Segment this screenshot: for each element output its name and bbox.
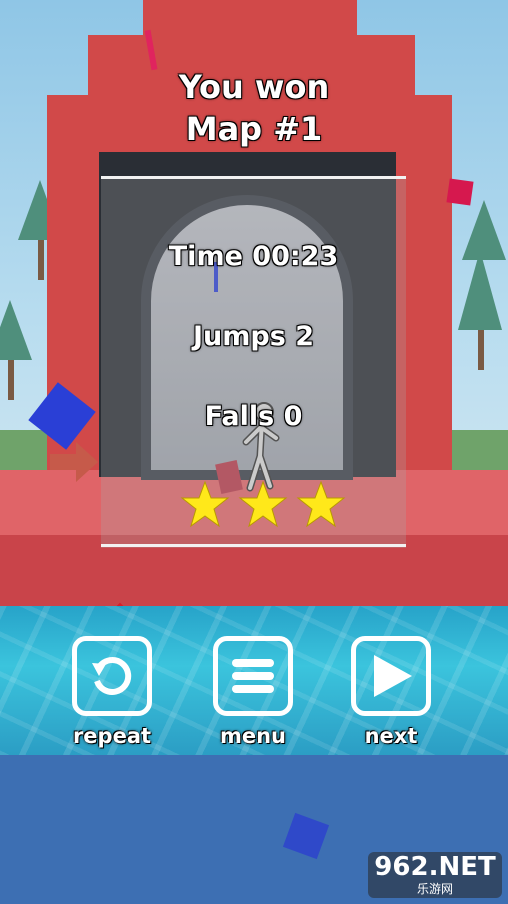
confetti-cube <box>446 178 474 206</box>
tree <box>462 200 506 260</box>
tree-trunk <box>8 360 14 400</box>
tree <box>458 250 502 330</box>
win-title: You won <box>178 68 330 106</box>
panel-bottom-divider <box>101 544 406 547</box>
arrow-decoration <box>50 442 98 482</box>
tower-top <box>143 0 357 40</box>
star-icon <box>296 480 346 528</box>
time-stat: Time 00:23 <box>168 241 339 272</box>
refresh-icon <box>92 656 132 695</box>
jumps-stat: Jumps 2 <box>193 321 314 352</box>
next-label[interactable]: next <box>331 724 451 748</box>
tree <box>0 300 32 360</box>
map-title: Map #1 <box>185 110 323 148</box>
star-rating <box>180 480 346 530</box>
star-icon <box>238 480 288 528</box>
watermark-sub: 乐游网 <box>416 882 453 896</box>
tree-trunk <box>478 330 484 370</box>
falls-stat: Falls 0 <box>204 401 303 432</box>
repeat-button[interactable] <box>72 636 152 716</box>
menu-button[interactable] <box>213 636 293 716</box>
site-watermark: 962.NET 乐游网 <box>368 852 502 898</box>
watermark-main: 962.NET <box>374 852 496 882</box>
menu-label[interactable]: menu <box>193 724 313 748</box>
star-icon <box>180 480 230 528</box>
hamburger-menu-icon <box>232 659 274 693</box>
tree-trunk <box>38 240 44 280</box>
repeat-label[interactable]: repeat <box>52 724 172 748</box>
play-icon <box>374 655 412 697</box>
panel-top-divider <box>101 176 406 179</box>
next-button[interactable] <box>351 636 431 716</box>
